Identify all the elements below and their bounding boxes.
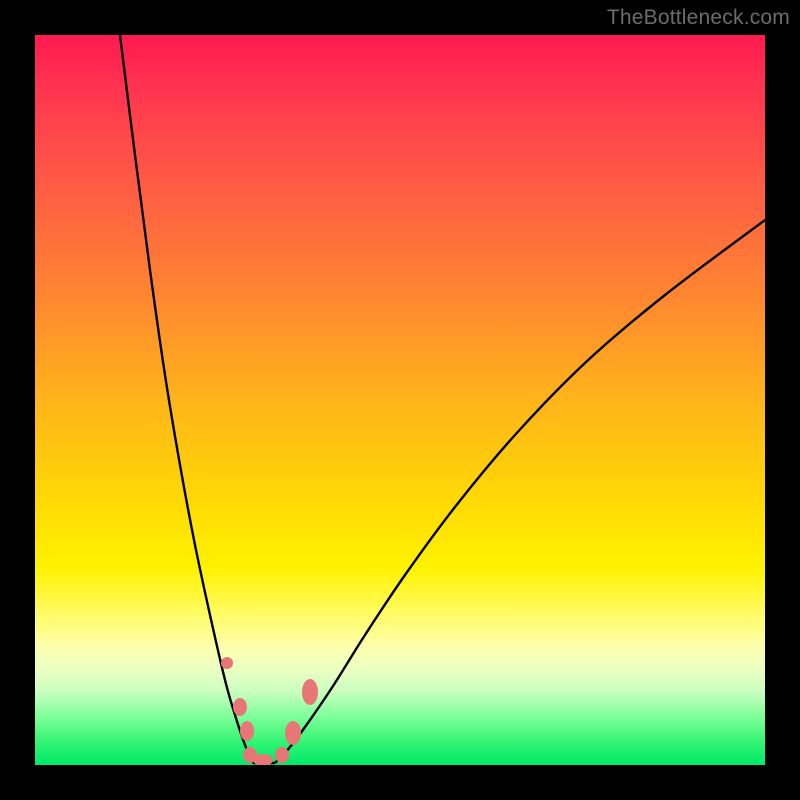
scatter-point (233, 698, 247, 716)
scatter-point (275, 747, 289, 763)
scatter-point (285, 721, 301, 745)
scatter-point (302, 679, 318, 705)
chart-frame: TheBottleneck.com (0, 0, 800, 800)
chart-svg (35, 35, 765, 765)
watermark-text: TheBottleneck.com (607, 6, 790, 30)
scatter-point (240, 721, 254, 741)
scatter-point (221, 657, 233, 669)
left-curve (120, 35, 253, 763)
plot-area (35, 35, 765, 765)
right-curve (275, 220, 765, 763)
scatter-points (221, 657, 318, 765)
